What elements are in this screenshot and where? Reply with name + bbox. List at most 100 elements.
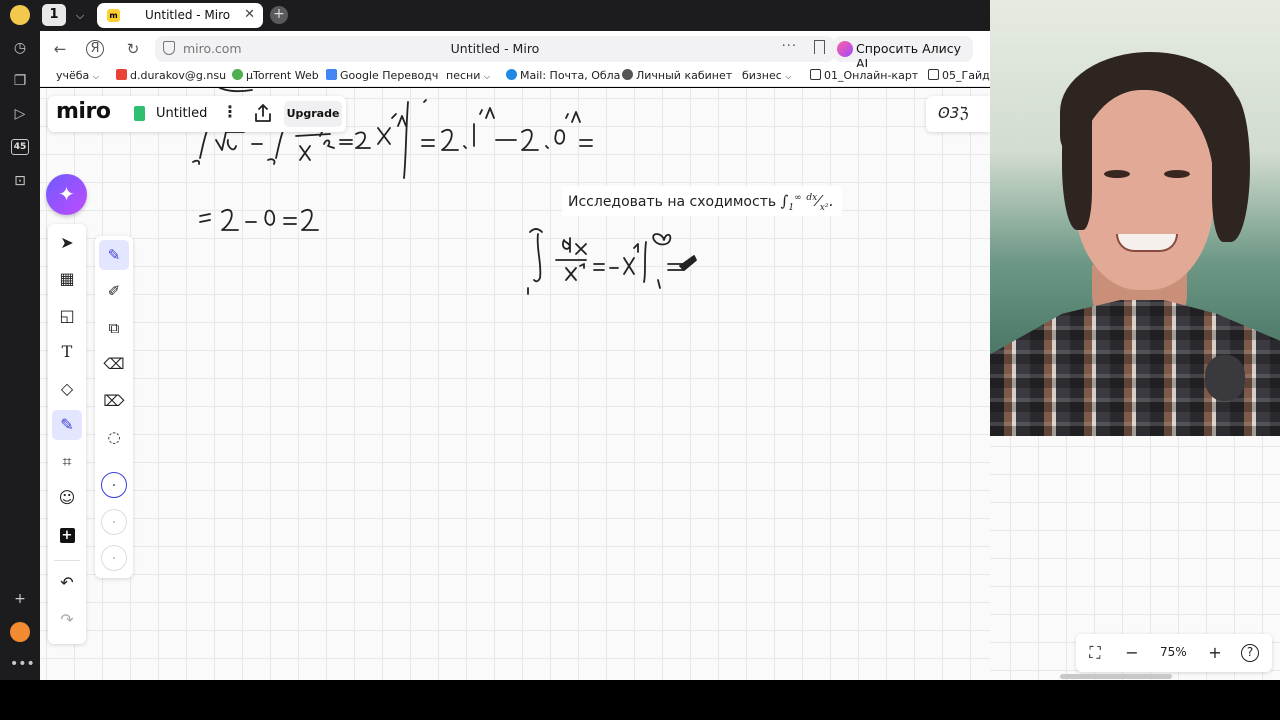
bookmarks-bar: учёба ⌵ d.durakov@g.nsu µTorrent Web Goo… <box>40 67 1000 87</box>
reload-icon[interactable]: ↻ <box>123 39 143 59</box>
more-icon[interactable]: ••• <box>10 654 35 674</box>
redo-icon[interactable]: ↷ <box>52 605 82 635</box>
templates-icon[interactable]: ▦ <box>52 264 82 294</box>
lasso-icon[interactable]: ◌ <box>99 422 129 452</box>
close-tab-icon[interactable]: ✕ <box>244 7 255 22</box>
shapes-icon[interactable]: ◇ <box>52 374 82 404</box>
screenshot-icon[interactable]: ⊡ <box>10 171 30 191</box>
bookmark-label: бизнес <box>742 69 782 82</box>
miro-board-canvas[interactable] <box>40 88 990 680</box>
doc-icon <box>928 69 939 80</box>
tab-title: Untitled - Miro <box>145 8 231 22</box>
bookmark-mail[interactable]: Mail: Почта, Обла <box>506 69 620 82</box>
pen-color-swatch-1[interactable] <box>101 472 127 498</box>
board-name[interactable]: Untitled <box>156 106 207 121</box>
zoom-panel: ⛶ − 75% + ? <box>1076 634 1272 672</box>
stickers-icon[interactable]: ☺ <box>52 483 82 513</box>
smart-drawing-icon[interactable]: ⧉ <box>99 313 129 343</box>
microphone-icon <box>1205 355 1245 401</box>
bookmark-label: Google Переводч <box>340 69 439 82</box>
bookmark-label: Личный кабинет <box>636 69 733 82</box>
gmail-icon <box>116 69 127 80</box>
yandex-icon[interactable]: Я <box>86 40 104 58</box>
chevron-down-icon[interactable]: ⌵ <box>70 6 90 26</box>
url-field[interactable]: miro.com Untitled - Miro ··· <box>155 36 835 62</box>
pen-options-toolbar: ✎ ✐ ⧉ ⌫ ⌦ ◌ <box>95 236 133 578</box>
add-panel-icon[interactable]: + <box>10 589 30 609</box>
export-icon[interactable] <box>254 103 272 123</box>
webcam-hair-right <box>1212 92 1250 242</box>
ask-alice-button[interactable]: Спросить Алису AI <box>833 36 973 71</box>
collaborator-avatar-icon[interactable]: ʘ3ℨ <box>938 104 969 122</box>
bookmark-icon[interactable] <box>814 40 825 54</box>
webcam-video <box>990 0 1280 436</box>
zoom-in-icon[interactable]: + <box>1204 642 1226 664</box>
object-eraser-icon[interactable]: ⌦ <box>99 386 129 416</box>
select-tool-icon[interactable]: ➤ <box>52 228 82 258</box>
bookmark-doc-1[interactable]: 01_Онлайн-карт <box>810 69 918 82</box>
frame-icon[interactable]: ⌗ <box>52 447 82 477</box>
more-apps-icon[interactable]: + <box>52 520 82 550</box>
webcam-hair-left <box>1062 100 1092 230</box>
bookmark-label: песни <box>446 69 481 82</box>
integral-formula: ∫1∞ dx⁄x². <box>780 192 834 213</box>
back-icon[interactable]: ← <box>50 39 70 59</box>
pen-color-swatch-3[interactable] <box>101 545 127 571</box>
fit-to-screen-icon[interactable]: ⛶ <box>1084 642 1106 664</box>
miro-favicon-icon: m <box>107 9 120 22</box>
handwriting-layer <box>192 88 697 295</box>
google-translate-icon <box>326 69 337 80</box>
eraser-icon[interactable]: ⌫ <box>99 349 129 379</box>
pen-tool-icon[interactable]: ✎ <box>52 410 82 440</box>
chevron-down-icon: ⌵ <box>483 72 490 81</box>
bookmark-label: Mail: Почта, Обла <box>520 69 621 82</box>
task-statement[interactable]: Исследовать на сходимость ∫1∞ dx⁄x². <box>562 186 842 216</box>
collaborators-panel: ʘ3ℨ <box>926 96 990 132</box>
chevron-down-icon: ⌵ <box>92 72 99 81</box>
board-menu-icon[interactable]: ⋮ <box>222 102 238 121</box>
bookmark-gmail[interactable]: d.durakov@g.nsu <box>116 69 226 82</box>
miro-logo[interactable]: miro <box>56 99 111 124</box>
bookmark-utorrent[interactable]: µTorrent Web <box>232 69 319 82</box>
video-play-icon[interactable]: ▷ <box>10 104 30 124</box>
system-sidebar: ◷ ❐ ▷ 45 ⊡ + ••• <box>0 0 40 680</box>
highlighter-icon[interactable]: ✐ <box>99 276 129 306</box>
history-icon[interactable]: ◷ <box>10 38 30 58</box>
ai-sparkle-button[interactable]: ✦ <box>46 174 87 215</box>
new-tab-icon[interactable]: + <box>270 6 288 24</box>
main-toolbar: ➤ ▦ ◱ T ◇ ✎ ⌗ ☺ + ↶ ↷ <box>48 224 86 644</box>
mail-app-icon[interactable] <box>10 622 30 642</box>
bookmark-folder-study[interactable]: учёба ⌵ <box>56 69 99 82</box>
tab-counter[interactable]: 1 <box>42 4 66 26</box>
upgrade-button[interactable]: Upgrade <box>284 101 342 127</box>
undo-icon[interactable]: ↶ <box>52 568 82 598</box>
active-tab[interactable]: m Untitled - Miro ✕ <box>97 3 263 28</box>
text-tool-icon[interactable]: T <box>52 337 82 367</box>
more-dots-icon[interactable]: ··· <box>782 39 797 54</box>
profile-avatar-icon[interactable] <box>10 5 30 25</box>
bookmark-label: 01_Онлайн-карт <box>824 69 919 82</box>
bookmark-folder-songs[interactable]: песни ⌵ <box>446 69 490 82</box>
pen-icon[interactable]: ✎ <box>99 240 129 270</box>
bookmark-google-translate[interactable]: Google Переводч <box>326 69 438 82</box>
toolbar-divider <box>54 560 80 561</box>
collections-icon[interactable]: ❐ <box>10 71 30 91</box>
tab-bar: 1 ⌵ m Untitled - Miro ✕ + <box>40 0 990 31</box>
help-icon[interactable]: ? <box>1241 644 1259 662</box>
horizontal-scrollbar[interactable] <box>1060 674 1172 679</box>
webcam-eye-left <box>1104 170 1130 178</box>
bookmark-folder-business[interactable]: бизнес ⌵ <box>742 69 791 82</box>
alice-icon <box>837 41 853 57</box>
webcam-person-face <box>1074 90 1214 290</box>
miro-header-panel: miro Untitled ⋮ Upgrade <box>48 96 346 132</box>
notification-badge[interactable]: 45 <box>11 139 29 155</box>
zoom-out-icon[interactable]: − <box>1121 642 1143 664</box>
doc-icon <box>810 69 821 80</box>
zoom-level[interactable]: 75% <box>1160 645 1187 659</box>
pen-color-swatch-2[interactable] <box>101 509 127 535</box>
sticky-note-icon[interactable]: ◱ <box>52 301 82 331</box>
bookmark-cabinet[interactable]: Личный кабинет <box>622 69 732 82</box>
page-title: Untitled - Miro <box>450 41 540 56</box>
cabinet-icon <box>622 69 633 80</box>
mail-icon <box>506 69 517 80</box>
